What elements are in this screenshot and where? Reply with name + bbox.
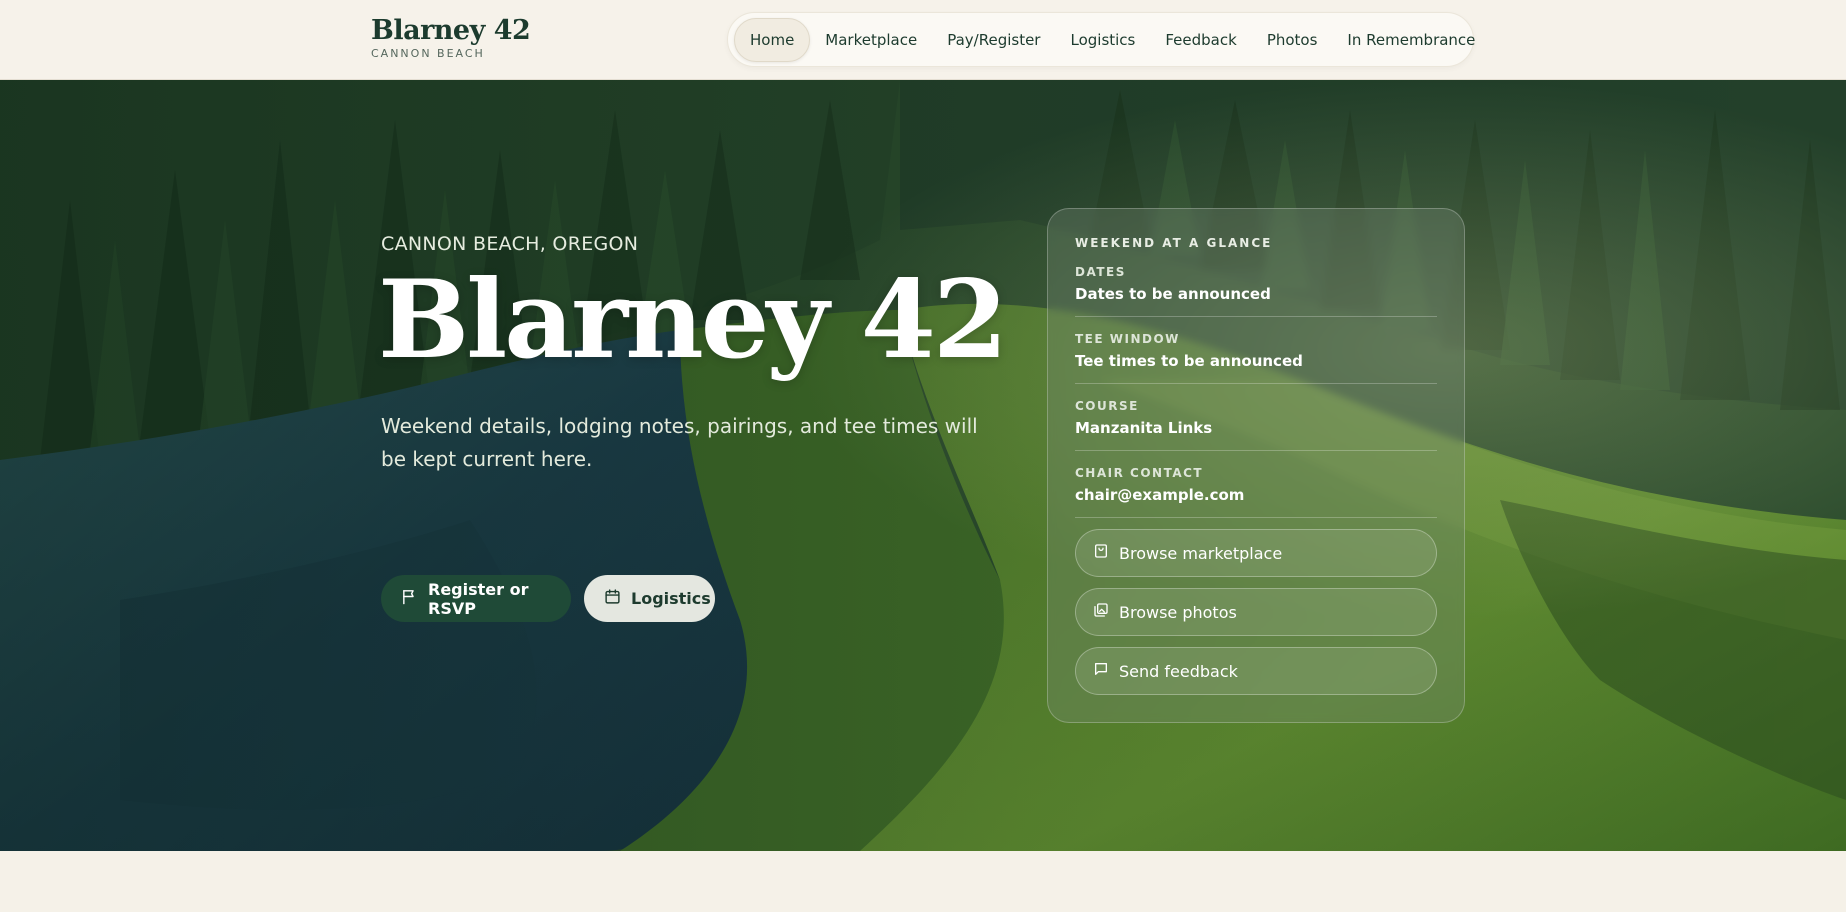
nav-item-photos[interactable]: Photos [1252, 19, 1333, 61]
hero-description: Weekend details, lodging notes, pairings… [381, 414, 978, 471]
main-nav: Home Marketplace Pay/Register Logistics … [727, 12, 1475, 67]
glance-label: CHAIR CONTACT [1075, 466, 1204, 480]
nav-item-logistics[interactable]: Logistics [1055, 19, 1150, 61]
register-rsvp-label: Register or RSVP [428, 579, 529, 618]
send-feedback-button[interactable]: Send feedback [1075, 647, 1437, 695]
hero-eyebrow: CANNON BEACH, OREGON [381, 233, 639, 255]
glance-label: DATES [1075, 265, 1126, 279]
glance-row-dates: DATES Dates to be announced [1075, 250, 1437, 317]
browse-marketplace-button[interactable]: Browse marketplace [1075, 529, 1437, 577]
glance-value: Dates to be announced [1075, 285, 1271, 303]
chair-email-link[interactable]: chair@example.com [1075, 486, 1437, 504]
glance-label: TEE WINDOW [1075, 332, 1180, 346]
glance-row-course: COURSE Manzanita Links [1075, 384, 1437, 451]
browse-photos-label: Browse photos [1119, 602, 1237, 622]
page-content-start [0, 851, 1846, 912]
glance-row-tee-window: TEE WINDOW Tee times to be announced [1075, 317, 1437, 384]
brand-logo[interactable]: Blarney 42 CANNON BEACH [371, 15, 531, 61]
site-header: Blarney 42 CANNON BEACH Home Marketplace… [0, 0, 1846, 80]
logistics-button[interactable]: Logistics [584, 575, 715, 622]
calendar-icon [604, 588, 621, 609]
glance-row-chair-contact: CHAIR CONTACT chair@example.com [1075, 451, 1437, 518]
nav-item-home[interactable]: Home [734, 17, 811, 62]
hero-title: Blarney 42 [378, 257, 1008, 383]
nav-item-feedback[interactable]: Feedback [1150, 19, 1251, 61]
photos-icon [1093, 602, 1109, 622]
glance-label: COURSE [1075, 399, 1139, 413]
glance-value: Manzanita Links [1075, 419, 1213, 437]
brand-subtitle: CANNON BEACH [371, 47, 485, 60]
brand-title: Blarney 42 [371, 15, 531, 46]
logistics-button-label: Logistics [631, 589, 711, 608]
register-rsvp-button[interactable]: Register or RSVP [381, 575, 571, 622]
glance-heading: WEEKEND AT A GLANCE [1075, 236, 1273, 250]
glance-links: Browse marketplace Browse photos Send fe… [1075, 529, 1437, 706]
message-icon [1093, 661, 1109, 681]
glance-value: Tee times to be announced [1075, 352, 1303, 370]
send-feedback-label: Send feedback [1119, 661, 1238, 681]
nav-item-marketplace[interactable]: Marketplace [810, 19, 932, 61]
nav-item-pay-register[interactable]: Pay/Register [932, 19, 1055, 61]
weekend-glance-card: WEEKEND AT A GLANCE DATES Dates to be an… [1047, 208, 1465, 723]
shopping-bag-icon [1093, 543, 1109, 563]
flag-icon [401, 588, 418, 609]
browse-photos-button[interactable]: Browse photos [1075, 588, 1437, 636]
browse-marketplace-label: Browse marketplace [1119, 543, 1283, 563]
nav-item-in-remembrance[interactable]: In Remembrance [1332, 19, 1490, 61]
